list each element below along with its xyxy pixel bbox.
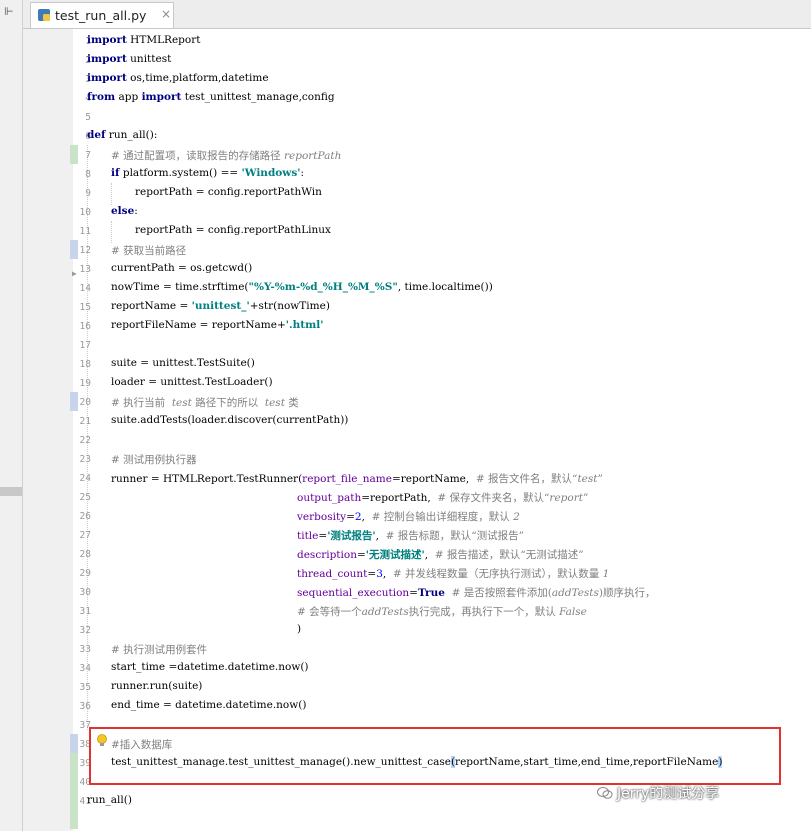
code-line: 7 # 通过配置项，读取报告的存储路径 reportPath xyxy=(85,150,342,162)
code-line: 20 # 执行当前 test 路径下的所以 test 类 xyxy=(79,397,299,409)
code-line: 24 runner = HTMLReport.TestRunner(report_… xyxy=(79,473,603,485)
left-tool-strip: ⊩ xyxy=(0,0,23,831)
code-line: 30 sequential_execution=True # 是否按照套件添加(a… xyxy=(79,587,656,599)
code-line: 11 reportPath = config.reportPathLinux xyxy=(79,224,331,237)
scroll-marker xyxy=(0,487,22,496)
close-icon[interactable]: × xyxy=(161,7,171,21)
code-editor[interactable]: ▶ 1 import HTMLReport 2 import unittest 3i… xyxy=(23,29,811,831)
code-line: 32) xyxy=(79,623,302,636)
structure-panel-icon[interactable]: ⊩ xyxy=(4,5,14,18)
code-line: 31 # 会等待一个addTests执行完成，再执行下一个，默认 False xyxy=(79,606,587,618)
code-line: 29 thread_count=3, # 并发线程数量（无序执行测试），默认数量 … xyxy=(79,568,610,580)
highlight-annotation-box xyxy=(89,727,781,785)
code-line: 36 end_time = datetime.datetime.now() xyxy=(79,699,307,712)
wechat-icon xyxy=(597,787,613,799)
code-line: 22 xyxy=(79,435,91,446)
code-line: 18 suite = unittest.TestSuite() xyxy=(79,357,255,370)
code-line: 27 title='测试报告', # 报告标题，默认“测试报告” xyxy=(79,530,525,542)
editor-tab-bar: test_run_all.py × xyxy=(23,0,811,29)
code-line: 17 xyxy=(79,340,91,351)
code-line: 5 xyxy=(85,112,91,123)
code-line: 2 import unittest xyxy=(85,53,172,66)
code-line: 15 reportName = 'unittest_'+str(nowTime) xyxy=(79,300,330,313)
python-file-icon xyxy=(38,9,50,21)
code-line: 13 currentPath = os.getcwd() xyxy=(79,262,253,275)
code-area[interactable]: 1 import HTMLReport 2 import unittest 3 imp… xyxy=(73,29,811,831)
code-line: 19 loader = unittest.TestLoader() xyxy=(79,376,273,389)
code-line: 4 from app import test_unittest_manage,co… xyxy=(85,91,335,104)
code-line: 8 if platform.system() == 'Windows': xyxy=(85,167,305,180)
code-line: 35 runner.run(suite) xyxy=(79,680,203,693)
code-line: 25 output_path=reportPath, # 保存文件夹名，默认“re… xyxy=(79,492,589,504)
watermark-text: Jerry的测试分享 xyxy=(617,786,720,802)
code-line: 10 else: xyxy=(79,205,138,218)
code-line: 1 import HTMLReport xyxy=(85,34,201,47)
code-line: 16 reportFileName = reportName+'.html' xyxy=(79,319,324,332)
code-line: 33 # 执行测试用例套件 xyxy=(79,644,208,656)
code-line: 21 suite.addTests(loader.discover(current… xyxy=(79,414,349,427)
code-line: 28 description='无测试描述', # 报告描述，默认“无测试描述” xyxy=(79,549,584,561)
code-line: 34 start_time =datetime.datetime.now() xyxy=(79,661,309,674)
line-number-gutter: ▶ xyxy=(23,29,78,831)
code-line: 14 nowTime = time.strftime("%Y-%m-%d_%H_%… xyxy=(79,281,493,294)
code-line: 26 verbosity=2, # 控制台输出详细程度，默认 2 xyxy=(79,511,520,523)
lightbulb-icon[interactable] xyxy=(96,734,108,748)
code-line: 12 # 获取当前路径 xyxy=(79,245,187,257)
code-line: 23 # 测试用例执行器 xyxy=(79,454,197,466)
code-line: 6 def run_all(): xyxy=(85,129,158,142)
code-line: 9 reportPath = config.reportPathWin xyxy=(85,186,322,199)
tab-test-run-all[interactable]: test_run_all.py × xyxy=(30,2,174,28)
code-line: 3 import os,time,platform,datetime xyxy=(85,72,269,85)
tab-label: test_run_all.py xyxy=(55,8,147,23)
